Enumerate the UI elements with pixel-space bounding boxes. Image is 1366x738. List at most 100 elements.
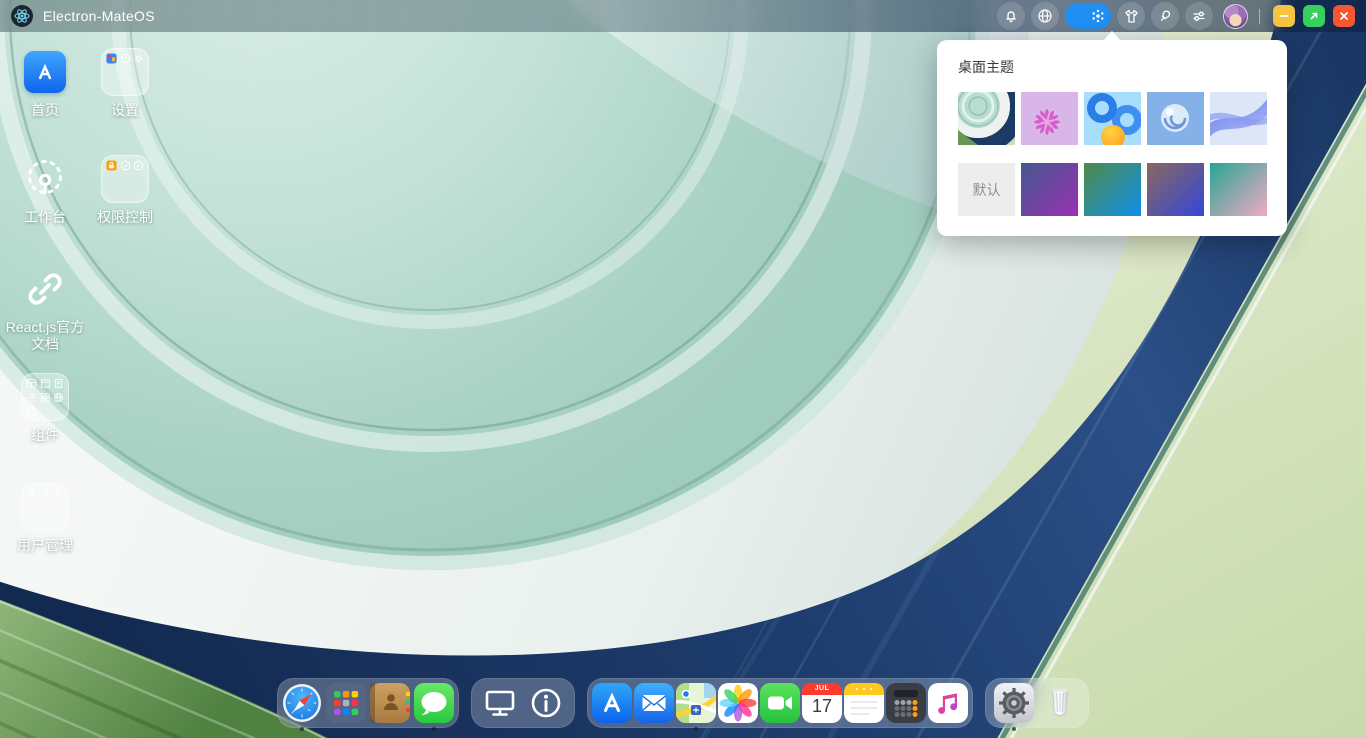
table-icon (26, 378, 37, 389)
clock-icon (120, 53, 131, 64)
dock-messages[interactable] (414, 683, 454, 723)
user-icon (26, 488, 37, 499)
maps-icon (676, 683, 716, 723)
dock-trash[interactable] (1040, 683, 1080, 723)
notifications-button[interactable] (997, 2, 1025, 30)
running-indicator (694, 727, 698, 731)
desktop-icon-workbench[interactable]: 工作台 (5, 153, 85, 226)
calendar-day: 17 (802, 696, 842, 717)
dock-group-4 (985, 678, 1089, 728)
dock-launchpad[interactable] (326, 683, 366, 723)
maximize-button[interactable] (1303, 5, 1325, 27)
app-logo (11, 5, 33, 27)
launchpad-icon (326, 683, 366, 723)
desktop-icon-label: 权限控制 (97, 209, 153, 226)
contacts-icon (370, 683, 410, 723)
desktop-icon-settings-folder[interactable]: 设置 (85, 46, 165, 119)
desktop-icon-label: 首页 (31, 102, 59, 119)
desktop-icon-react-docs[interactable]: React.js官方文档 (5, 263, 85, 352)
theme-swatch-blue-purple[interactable] (1021, 163, 1078, 216)
desktop-icon-home[interactable]: 首页 (5, 46, 85, 119)
dock: JUL 17 (0, 678, 1366, 728)
globe-icon (1037, 8, 1053, 24)
dock-calculator[interactable] (886, 683, 926, 723)
x-icon (1338, 10, 1350, 22)
info-icon (526, 683, 566, 723)
theme-button[interactable] (1117, 2, 1145, 30)
folder-icon (21, 373, 69, 421)
bell-icon (1003, 8, 1019, 24)
dock-group-2 (471, 678, 575, 728)
menu-bar: Electron-MateOS (0, 0, 1366, 32)
permission-app-icon (106, 160, 117, 171)
display-icon (480, 683, 520, 723)
dock-maps[interactable] (676, 683, 716, 723)
wallpaper-thumb-blue-swirl-ball[interactable] (1147, 92, 1204, 145)
system-settings-icon (994, 683, 1034, 723)
settings-sliders-button[interactable] (1185, 2, 1213, 30)
minimize-button[interactable] (1273, 5, 1295, 27)
app-mini-icon (106, 53, 117, 64)
language-button[interactable] (1031, 2, 1059, 30)
dock-mail[interactable] (634, 683, 674, 723)
window-controls (1273, 5, 1355, 27)
dock-facetime[interactable] (760, 683, 800, 723)
user-avatar[interactable] (1223, 4, 1248, 29)
dock-photos[interactable] (718, 683, 758, 723)
safari-icon (282, 683, 322, 723)
dock-calendar[interactable]: JUL 17 (802, 683, 842, 723)
theme-swatch-teal-pink[interactable] (1210, 163, 1267, 216)
desktop-icon-components-folder[interactable]: 组件 (5, 371, 85, 444)
theme-swatch-default[interactable]: 默认 (958, 163, 1015, 216)
pin-button[interactable] (1151, 2, 1179, 30)
running-indicator (300, 727, 304, 731)
notes-icon (844, 683, 884, 723)
music-icon (928, 683, 968, 723)
theme-swatch-brown-blue[interactable] (1147, 163, 1204, 216)
app-title: Electron-MateOS (43, 8, 155, 24)
facetime-icon (760, 683, 800, 723)
mail-icon (634, 683, 674, 723)
doc-icon (53, 378, 64, 389)
theme-swatch-green-blue[interactable] (1084, 163, 1141, 216)
minus-icon (1278, 10, 1290, 22)
shirt-theme-icon (1123, 8, 1140, 25)
dock-info[interactable] (526, 683, 566, 723)
grid-icon (40, 392, 51, 403)
calendar-month: JUL (802, 685, 842, 692)
close-button[interactable] (1333, 5, 1355, 27)
desktop-icon-permissions-folder[interactable]: 权限控制 (85, 153, 165, 226)
wallpaper-thumb-blue-rings-orange[interactable] (1084, 92, 1141, 145)
atom-icon (14, 8, 30, 24)
effects-toggle[interactable] (1065, 3, 1111, 29)
dock-music[interactable] (928, 683, 968, 723)
popup-arrow (1103, 31, 1121, 41)
running-indicator (432, 727, 436, 731)
desktop-icon-label: 用户管理 (17, 537, 73, 554)
app-store-icon (24, 51, 66, 93)
list-icon (26, 392, 37, 403)
wallpaper-thumb-purple-flower[interactable] (1021, 92, 1078, 145)
folder-icon (101, 48, 149, 96)
snowflake-effects-icon (1090, 8, 1106, 24)
dashboard-gauge-icon (22, 156, 68, 202)
dock-system-settings[interactable] (994, 683, 1034, 723)
user-icon (40, 488, 51, 499)
dock-contacts[interactable] (370, 683, 410, 723)
dock-safari[interactable] (282, 683, 322, 723)
dock-app-store[interactable] (592, 683, 632, 723)
desktop-icon-label: 工作台 (24, 209, 66, 226)
dock-notes[interactable] (844, 683, 884, 723)
menubar-divider (1259, 9, 1260, 24)
sliders-icon (1191, 8, 1207, 24)
file-icon (26, 405, 37, 416)
desktop-icon-label: 设置 (111, 102, 139, 119)
app-store-icon (592, 683, 632, 723)
dock-group-1 (277, 678, 459, 728)
desktop-icon-users-folder[interactable]: 用户管理 (5, 481, 85, 554)
wallpaper-thumb-mate-green-ripple[interactable] (958, 92, 1015, 145)
user-icon (53, 488, 64, 499)
wallpaper-thumb-blue-ribbons[interactable] (1210, 92, 1267, 145)
messages-icon (414, 683, 454, 723)
dock-display[interactable] (480, 683, 520, 723)
